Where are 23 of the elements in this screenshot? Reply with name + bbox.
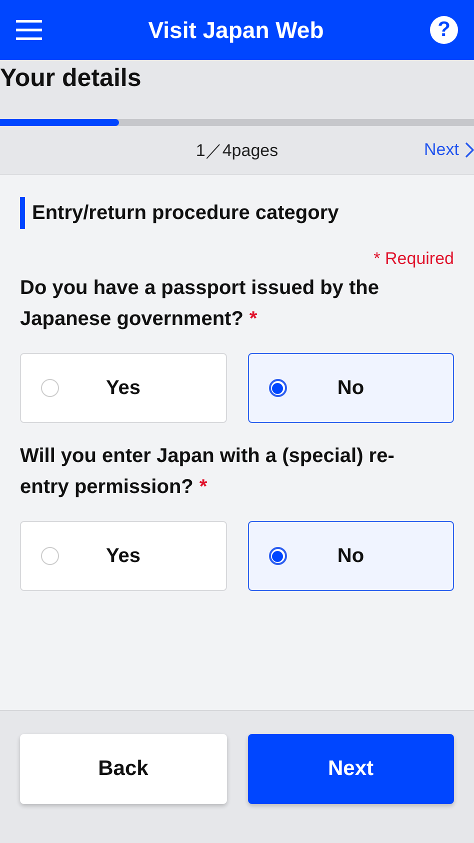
required-note: * Required [374, 249, 454, 268]
question-text: Will you enter Japan with a (special) re-entry permission? * [20, 444, 396, 500]
question-text: Do you have a passport issued by the Japanese government? * [20, 276, 380, 332]
menu-icon[interactable] [16, 20, 42, 40]
option-card[interactable]: Yes [20, 353, 226, 423]
page-title: Your details [0, 63, 142, 94]
next-link[interactable]: Next [424, 140, 474, 160]
page-counter: 1／4pages [196, 140, 278, 160]
section-heading: Entry/return procedure category [20, 197, 339, 229]
chevron-icon [465, 142, 474, 158]
option-card[interactable]: Yes [20, 521, 226, 591]
app-title: Visit Japan Web [147, 16, 325, 44]
option-card[interactable]: No [248, 521, 454, 591]
option-label: No [337, 544, 364, 566]
help-button[interactable]: ? [430, 16, 458, 44]
radio-button[interactable] [268, 547, 286, 565]
option-card[interactable]: No [248, 353, 454, 423]
back-button[interactable]: Back [20, 734, 226, 804]
radio-button[interactable] [268, 379, 286, 397]
option-label: Yes [106, 376, 140, 398]
next-button[interactable]: Next [248, 734, 454, 804]
option-label: Yes [106, 544, 140, 566]
option-label: No [337, 376, 364, 398]
